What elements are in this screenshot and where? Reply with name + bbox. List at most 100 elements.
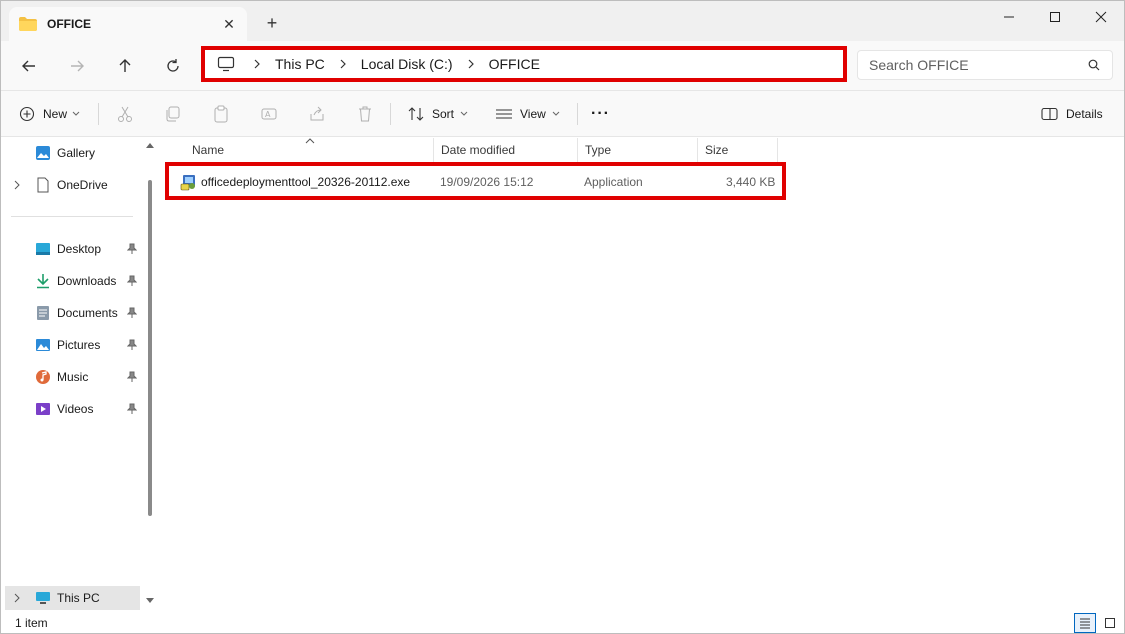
view-button[interactable]: View	[495, 102, 560, 126]
sidebar-item-onedrive[interactable]: OneDrive	[1, 173, 141, 197]
minimize-button[interactable]	[986, 1, 1032, 33]
sidebar-item-desktop[interactable]: Desktop	[1, 237, 141, 261]
sidebar-item-label: Music	[57, 370, 89, 384]
sort-label: Sort	[432, 107, 455, 121]
minimize-icon	[1004, 16, 1014, 18]
clipboard-icon	[214, 105, 228, 123]
new-label: New	[43, 107, 68, 121]
chevron-right-icon	[14, 180, 20, 190]
maximize-icon	[1050, 12, 1060, 22]
sidebar-scrollbar[interactable]	[143, 138, 157, 611]
tab-office[interactable]: OFFICE ✕	[9, 7, 247, 41]
rename-icon: A	[261, 108, 277, 120]
breadcrumb-this-pc[interactable]: This PC	[275, 56, 325, 72]
sort-icon	[408, 107, 424, 121]
maximize-button[interactable]	[1032, 1, 1078, 33]
delete-button[interactable]	[356, 102, 374, 126]
column-header-name[interactable]: Name	[185, 138, 434, 162]
documents-icon	[37, 306, 49, 320]
scroll-down-icon	[146, 598, 154, 603]
folder-icon	[19, 17, 37, 31]
address-bar[interactable]: This PC Local Disk (C:) OFFICE	[201, 46, 847, 82]
tiles-view-toggle[interactable]	[1099, 613, 1121, 633]
pin-icon	[127, 371, 137, 382]
breadcrumb-local-disk[interactable]: Local Disk (C:)	[361, 56, 453, 72]
view-label: View	[520, 107, 546, 121]
sort-button[interactable]: Sort	[407, 102, 468, 126]
download-icon	[37, 274, 49, 289]
search-icon	[1088, 59, 1100, 71]
sidebar-item-music[interactable]: Music	[1, 365, 141, 389]
command-bar: New A Sort View ··· Details	[1, 91, 1124, 137]
sidebar-item-this-pc[interactable]: This PC	[5, 586, 140, 610]
close-icon	[1095, 11, 1107, 23]
cut-button[interactable]	[116, 102, 134, 126]
close-tab-icon[interactable]: ✕	[221, 16, 237, 32]
file-type: Application	[584, 175, 643, 189]
arrow-up-icon	[119, 59, 131, 72]
videos-icon	[36, 403, 50, 415]
sidebar-item-label: This PC	[57, 591, 100, 605]
more-options-button[interactable]: ···	[591, 102, 610, 126]
copy-button[interactable]	[164, 102, 182, 126]
sidebar-divider	[11, 216, 133, 217]
details-label: Details	[1066, 107, 1103, 121]
application-icon	[180, 175, 195, 191]
scrollbar-thumb[interactable]	[148, 180, 152, 516]
gallery-icon	[36, 146, 50, 160]
sidebar-item-videos[interactable]: Videos	[1, 397, 141, 421]
file-date: 19/09/2026 15:12	[440, 175, 534, 189]
sidebar-item-pictures[interactable]: Pictures	[1, 333, 141, 357]
sort-ascending-icon	[305, 138, 315, 144]
column-header-size[interactable]: Size	[698, 138, 778, 162]
forward-button[interactable]	[64, 53, 90, 79]
svg-text:A: A	[265, 110, 271, 119]
sidebar-item-label: Pictures	[57, 338, 101, 352]
chevron-down-icon	[72, 111, 80, 116]
column-header-date[interactable]: Date modified	[434, 138, 578, 162]
column-label: Type	[585, 143, 612, 157]
details-pane-button[interactable]: Details	[1041, 102, 1103, 126]
pin-icon	[127, 403, 137, 414]
chevron-down-icon	[552, 111, 560, 116]
chevron-right-icon	[339, 58, 347, 70]
file-name: officedeploymenttool_20326-20112.exe	[201, 175, 411, 189]
sidebar-item-label: Desktop	[57, 242, 102, 256]
chevron-right-icon	[467, 58, 475, 70]
chevron-right-icon	[253, 58, 261, 70]
sidebar-item-label: Videos	[57, 402, 94, 416]
back-button[interactable]	[16, 53, 42, 79]
column-label: Name	[192, 143, 225, 157]
pin-icon	[127, 243, 137, 254]
this-pc-icon	[36, 592, 50, 604]
table-row[interactable]: officedeploymenttool_20326-20112.exe 19/…	[165, 162, 786, 200]
breadcrumb-office[interactable]: OFFICE	[489, 56, 540, 72]
tab-title: OFFICE	[47, 17, 91, 31]
file-size: 3,440 KB	[726, 175, 776, 189]
status-bar: 1 item	[1, 611, 1124, 633]
file-list: Name Date modified Type Size officedeplo…	[161, 138, 1124, 611]
details-view-toggle[interactable]	[1074, 613, 1096, 633]
refresh-button[interactable]	[160, 53, 186, 79]
share-icon	[310, 106, 324, 121]
rename-button[interactable]: A	[260, 102, 278, 126]
navigation-pane: Gallery OneDrive Desktop Downloads Docum…	[1, 138, 159, 611]
sidebar-item-downloads[interactable]: Downloads	[1, 269, 141, 293]
sidebar-item-documents[interactable]: Documents	[1, 301, 141, 325]
sidebar-item-label: Downloads	[57, 274, 117, 288]
item-count: 1 item	[15, 616, 48, 630]
share-button[interactable]	[308, 102, 326, 126]
search-input[interactable]: Search OFFICE	[857, 50, 1113, 80]
paste-button[interactable]	[212, 102, 230, 126]
sidebar-item-label: Gallery	[57, 146, 96, 160]
sidebar-item-label: Documents	[57, 306, 118, 320]
desktop-icon	[36, 243, 50, 255]
pin-icon	[127, 307, 137, 318]
new-tab-button[interactable]: +	[263, 14, 281, 32]
file-explorer-window: OFFICE ✕ + This PC Local Disk (C:) OFFIC…	[0, 0, 1125, 634]
new-button[interactable]: New	[19, 102, 80, 126]
column-header-type[interactable]: Type	[578, 138, 698, 162]
sidebar-item-gallery[interactable]: Gallery	[1, 141, 141, 165]
close-window-button[interactable]	[1078, 1, 1124, 33]
up-button[interactable]	[112, 53, 138, 79]
